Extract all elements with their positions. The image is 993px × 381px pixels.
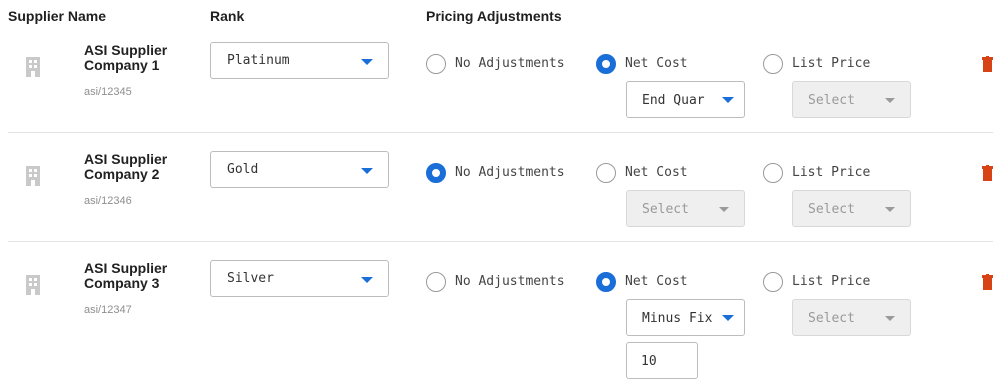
chevron-down-icon	[361, 59, 373, 65]
radio-net-cost[interactable]: Net Cost	[596, 163, 706, 183]
radio-circle	[763, 163, 783, 183]
list-price-select-value: Select	[808, 93, 855, 108]
radio-label: Net Cost	[625, 165, 688, 180]
trash-icon[interactable]	[982, 165, 993, 181]
row-divider	[8, 241, 993, 242]
supplier-id: asi/12345	[84, 86, 132, 98]
net-cost-select[interactable]: End Quar	[626, 81, 745, 118]
supplier-name: ASI Supplier Company 1	[84, 42, 168, 73]
supplier-name: ASI Supplier Company 2	[84, 151, 168, 182]
radio-circle-checked	[426, 163, 446, 183]
radio-no-adjustments[interactable]: No Adjustments	[426, 272, 586, 292]
radio-circle	[596, 163, 616, 183]
radio-no-adjustments[interactable]: No Adjustments	[426, 54, 586, 74]
net-cost-select-value: Minus Fix	[642, 311, 713, 326]
row-divider	[8, 132, 993, 133]
radio-label: List Price	[792, 56, 871, 71]
radio-circle	[763, 54, 783, 74]
trash-icon[interactable]	[982, 274, 993, 290]
net-cost-value-input[interactable]: 10	[626, 342, 698, 379]
radio-circle-checked	[596, 272, 616, 292]
radio-label: No Adjustments	[455, 274, 565, 289]
radio-circle	[763, 272, 783, 292]
chevron-down-icon	[722, 315, 734, 321]
radio-list-price[interactable]: List Price	[763, 163, 873, 183]
list-price-select-value: Select	[808, 311, 855, 326]
radio-circle	[426, 54, 446, 74]
chevron-down-icon	[885, 316, 895, 321]
building-icon	[26, 166, 40, 186]
radio-net-cost[interactable]: Net Cost	[596, 54, 706, 74]
list-price-select-value: Select	[808, 202, 855, 217]
list-price-select: Select	[792, 81, 911, 118]
chevron-down-icon	[885, 98, 895, 103]
building-icon	[26, 275, 40, 295]
building-icon	[26, 57, 40, 77]
radio-circle	[426, 272, 446, 292]
radio-label: Net Cost	[625, 274, 688, 289]
supplier-name: ASI Supplier Company 3	[84, 260, 168, 291]
list-price-select: Select	[792, 190, 911, 227]
net-cost-select-value: Select	[642, 202, 689, 217]
rank-select[interactable]: Silver	[210, 260, 389, 297]
radio-label: No Adjustments	[455, 165, 565, 180]
net-cost-select[interactable]: Minus Fix	[626, 299, 745, 336]
net-cost-select-value: End Quar	[642, 93, 705, 108]
chevron-down-icon	[722, 97, 734, 103]
chevron-down-icon	[719, 207, 729, 212]
header-supplier-name: Supplier Name	[8, 8, 107, 24]
radio-label: No Adjustments	[455, 56, 565, 71]
radio-list-price[interactable]: List Price	[763, 272, 873, 292]
net-cost-select: Select	[626, 190, 745, 227]
radio-label: List Price	[792, 165, 871, 180]
chevron-down-icon	[361, 277, 373, 283]
rank-select[interactable]: Platinum	[210, 42, 389, 79]
chevron-down-icon	[361, 168, 373, 174]
header-pricing-adjustments: Pricing Adjustments	[426, 8, 562, 24]
rank-select-value: Platinum	[227, 53, 290, 68]
header-rank: Rank	[210, 8, 245, 24]
supplier-id: asi/12346	[84, 195, 132, 207]
list-price-select: Select	[792, 299, 911, 336]
chevron-down-icon	[885, 207, 895, 212]
radio-label: List Price	[792, 274, 871, 289]
rank-select-value: Gold	[227, 162, 259, 177]
radio-net-cost[interactable]: Net Cost	[596, 272, 706, 292]
rank-select-value: Silver	[227, 271, 274, 286]
radio-list-price[interactable]: List Price	[763, 54, 873, 74]
rank-select[interactable]: Gold	[210, 151, 389, 188]
net-cost-value: 10	[641, 354, 657, 369]
supplier-id: asi/12347	[84, 304, 132, 316]
radio-circle-checked	[596, 54, 616, 74]
radio-no-adjustments[interactable]: No Adjustments	[426, 163, 586, 183]
trash-icon[interactable]	[982, 56, 993, 72]
radio-label: Net Cost	[625, 56, 688, 71]
